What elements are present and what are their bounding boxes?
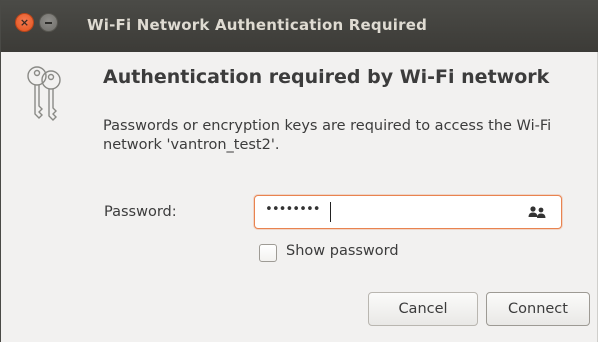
show-password-label[interactable]: Show password — [286, 243, 399, 259]
cancel-button[interactable]: Cancel — [368, 292, 478, 326]
title-bar[interactable]: × Wi-Fi Network Authentication Required — [1, 0, 598, 52]
dialog-description: Passwords or encryption keys are require… — [103, 118, 552, 153]
close-icon: × — [19, 16, 30, 29]
keys-icon — [27, 66, 61, 121]
minimize-window-button[interactable] — [39, 13, 58, 32]
window-title: Wi-Fi Network Authentication Required — [87, 16, 427, 34]
password-value: •••••••• — [265, 202, 321, 217]
password-label: Password: — [104, 204, 177, 220]
show-password-checkbox[interactable] — [259, 244, 277, 262]
password-input[interactable]: •••••••• — [254, 195, 562, 229]
dialog-heading: Authentication required by Wi-Fi network — [103, 66, 550, 88]
close-window-button[interactable]: × — [15, 13, 34, 32]
wifi-auth-dialog: × Wi-Fi Network Authentication Required … — [0, 0, 598, 342]
text-caret — [330, 202, 331, 222]
connect-button[interactable]: Connect — [486, 292, 590, 326]
people-icon[interactable] — [527, 205, 547, 219]
